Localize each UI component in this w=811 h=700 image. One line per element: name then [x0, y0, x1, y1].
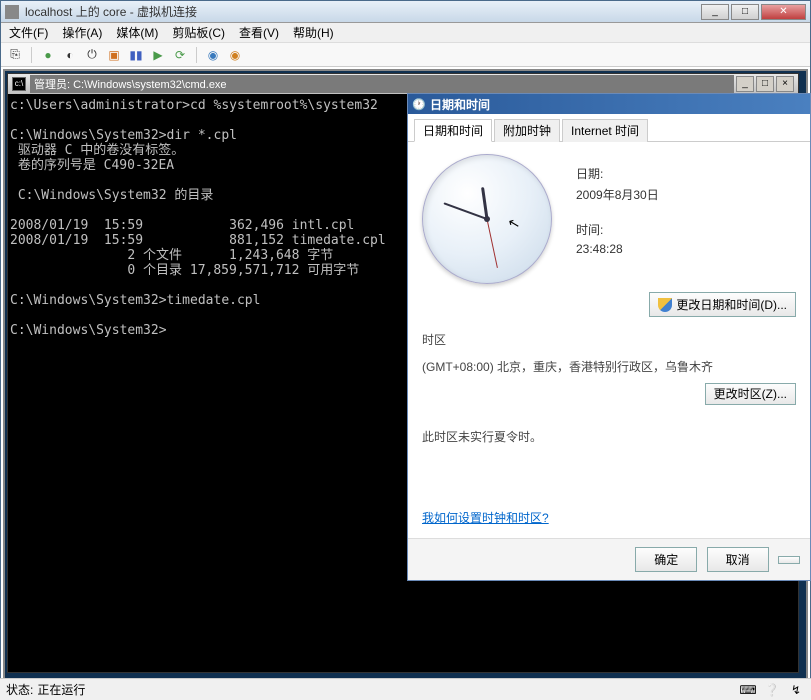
- time-label: 时间:: [576, 221, 796, 238]
- save-icon[interactable]: ▣: [106, 47, 122, 63]
- analog-clock: ↖: [422, 154, 552, 284]
- clock-center: [484, 216, 490, 222]
- date-label: 日期:: [576, 165, 796, 182]
- disk-icon[interactable]: ◉: [205, 47, 221, 63]
- pause-icon[interactable]: ▮▮: [128, 47, 144, 63]
- uac-shield-icon: [658, 298, 672, 312]
- cmd-title-text: 管理员: C:\Windows\system32\cmd.exe: [30, 75, 734, 93]
- timezone-section: 时区 (GMT+08:00) 北京，重庆，香港特别行政区，乌鲁木齐 更改时区(Z…: [422, 331, 796, 526]
- vm-desktop: c:\ 管理员: C:\Windows\system32\cmd.exe _ □…: [3, 69, 808, 699]
- vm-title: localhost 上的 core - 虚拟机连接: [25, 3, 701, 20]
- maximize-button[interactable]: □: [731, 4, 759, 20]
- cmd-close-button[interactable]: ×: [776, 76, 794, 92]
- start-icon[interactable]: ●: [40, 47, 56, 63]
- cmd-icon: c:\: [12, 77, 26, 91]
- cancel-button[interactable]: 取消: [707, 547, 769, 572]
- help-link[interactable]: 我如何设置时钟和时区?: [422, 509, 549, 526]
- vm-window: localhost 上的 core - 虚拟机连接 _ □ ✕ 文件(F) 操作…: [0, 0, 811, 700]
- menu-file[interactable]: 文件(F): [9, 24, 48, 41]
- close-button[interactable]: ✕: [761, 4, 806, 20]
- vm-title-bar: localhost 上的 core - 虚拟机连接 _ □ ✕: [1, 1, 810, 23]
- timezone-value: (GMT+08:00) 北京，重庆，香港特别行政区，乌鲁木齐: [422, 358, 796, 375]
- cmd-maximize-button[interactable]: □: [756, 76, 774, 92]
- datetime-body: ↖ 日期: 2009年8月30日 时间: 23:48:28 更改日期和时间(D)…: [408, 142, 810, 538]
- clock-hour-hand: [481, 187, 488, 219]
- change-timezone-button[interactable]: 更改时区(Z)...: [705, 383, 796, 405]
- snapshot-icon[interactable]: ⟳: [172, 47, 188, 63]
- toolbar: ⎘ ● ◐ ⏻ ▣ ▮▮ ▶ ⟳ ◉ ◉: [1, 43, 810, 67]
- menu-clipboard[interactable]: 剪贴板(C): [172, 24, 225, 41]
- datetime-title-bar[interactable]: 日期和时间: [408, 94, 810, 114]
- clock-minute-hand: [443, 202, 487, 220]
- datetime-info: 日期: 2009年8月30日 时间: 23:48:28: [576, 165, 796, 274]
- reset-icon[interactable]: ▶: [150, 47, 166, 63]
- dst-note: 此时区未实行夏令时。: [422, 428, 796, 445]
- status-bar: 状态: 正在运行 ⌨ ❔ ↯: [0, 678, 811, 700]
- tab-internet-time[interactable]: Internet 时间: [562, 119, 648, 142]
- menu-media[interactable]: 媒体(M): [116, 24, 158, 41]
- cmd-title-bar[interactable]: c:\ 管理员: C:\Windows\system32\cmd.exe _ □…: [8, 74, 798, 94]
- datetime-tabs: 日期和时间 附加时钟 Internet 时间: [408, 114, 810, 142]
- change-datetime-button[interactable]: 更改日期和时间(D)...: [649, 292, 796, 317]
- timezone-label: 时区: [422, 331, 796, 348]
- help-icon[interactable]: ❔: [763, 682, 781, 698]
- mouse-cursor: ↖: [506, 214, 522, 233]
- turnoff-icon[interactable]: ◐: [62, 47, 78, 63]
- disk-icon[interactable]: ◉: [227, 47, 243, 63]
- datetime-title-text: 日期和时间: [430, 96, 490, 113]
- cmd-minimize-button[interactable]: _: [736, 76, 754, 92]
- apply-button[interactable]: [778, 556, 800, 564]
- ok-button[interactable]: 确定: [635, 547, 697, 572]
- status-value: 正在运行: [37, 681, 85, 698]
- time-value: 23:48:28: [576, 242, 796, 256]
- window-buttons: _ □ ✕: [701, 4, 806, 20]
- clock-second-hand: [487, 219, 498, 268]
- vm-icon: [5, 5, 19, 19]
- menu-bar: 文件(F) 操作(A) 媒体(M) 剪贴板(C) 查看(V) 帮助(H): [1, 23, 810, 43]
- tab-additional-clocks[interactable]: 附加时钟: [494, 119, 560, 142]
- shutdown-icon[interactable]: ⏻: [84, 47, 100, 63]
- clock-icon: [412, 97, 426, 111]
- minimize-button[interactable]: _: [701, 4, 729, 20]
- menu-action[interactable]: 操作(A): [62, 24, 102, 41]
- toolbar-separator: [31, 47, 32, 63]
- menu-view[interactable]: 查看(V): [239, 24, 279, 41]
- tab-datetime[interactable]: 日期和时间: [414, 119, 492, 142]
- keyboard-lock-icon[interactable]: ⌨: [739, 682, 757, 698]
- status-label: 状态:: [6, 681, 33, 698]
- toolbar-separator: [196, 47, 197, 63]
- date-value: 2009年8月30日: [576, 186, 796, 203]
- network-icon[interactable]: ↯: [787, 682, 805, 698]
- change-datetime-label: 更改日期和时间(D)...: [676, 296, 787, 313]
- datetime-footer: 确定 取消: [408, 538, 810, 580]
- menu-help[interactable]: 帮助(H): [293, 24, 334, 41]
- ctrl-alt-del-icon[interactable]: ⎘: [7, 47, 23, 63]
- datetime-dialog[interactable]: 日期和时间 日期和时间 附加时钟 Internet 时间 ↖: [407, 93, 811, 581]
